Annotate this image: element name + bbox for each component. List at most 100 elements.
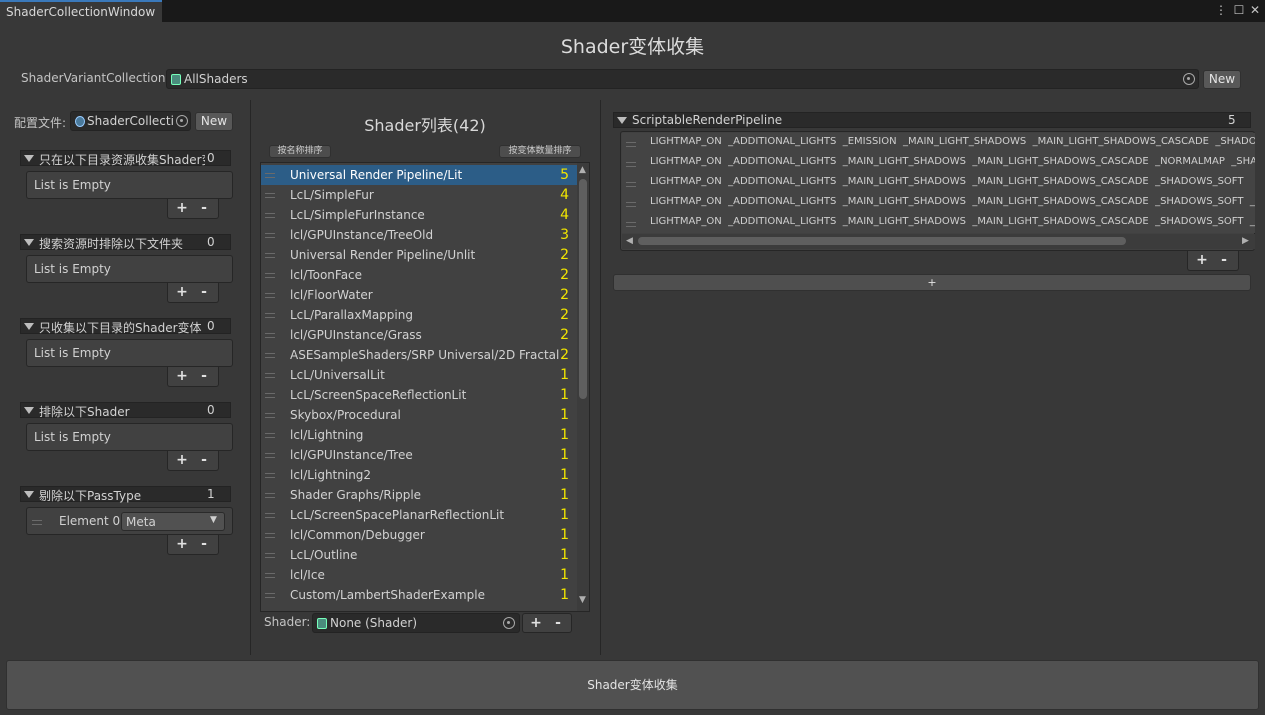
shader-row[interactable]: Custom/LambertShaderExample 1 bbox=[261, 585, 577, 605]
drag-handle-icon[interactable] bbox=[265, 313, 275, 318]
drag-handle-icon[interactable] bbox=[265, 573, 275, 578]
add-button[interactable]: + bbox=[174, 368, 190, 384]
shader-row[interactable]: Skybox/Procedural 1 bbox=[261, 405, 577, 425]
drag-handle-icon[interactable] bbox=[265, 213, 275, 218]
add-pipeline-button[interactable]: + bbox=[613, 274, 1251, 291]
drag-handle-icon[interactable] bbox=[265, 513, 275, 518]
foldout-count[interactable]: 0 bbox=[207, 235, 215, 249]
drag-handle-icon[interactable] bbox=[265, 393, 275, 398]
drag-handle-icon[interactable] bbox=[626, 182, 636, 187]
config-object-field[interactable]: ShaderCollecti bbox=[70, 111, 191, 131]
drag-handle-icon[interactable] bbox=[265, 353, 275, 358]
svc-new-button[interactable]: New bbox=[1203, 70, 1241, 89]
shader-row[interactable]: LcL/ScreenSpaceReflectionLit 1 bbox=[261, 385, 577, 405]
shader-row[interactable]: lcl/Common/Debugger 1 bbox=[261, 525, 577, 545]
shader-object-field[interactable]: None (Shader) bbox=[312, 613, 520, 633]
drag-handle-icon[interactable] bbox=[626, 202, 636, 207]
object-picker-icon[interactable] bbox=[176, 115, 188, 127]
drag-handle-icon[interactable] bbox=[265, 433, 275, 438]
drag-handle-icon[interactable] bbox=[32, 520, 42, 525]
svc-object-field[interactable]: AllShaders bbox=[166, 69, 1199, 89]
remove-button[interactable]: - bbox=[196, 368, 212, 384]
variant-row[interactable]: LIGHTMAP_ON _ADDITIONAL_LIGHTS _MAIN_LIG… bbox=[622, 153, 1255, 173]
passtype-dropdown[interactable]: Meta ▼ bbox=[121, 512, 225, 531]
add-shader-button[interactable]: + bbox=[528, 615, 544, 631]
foldout-count[interactable]: 0 bbox=[207, 403, 215, 417]
foldout-count[interactable]: 0 bbox=[207, 151, 215, 165]
foldout-count[interactable]: 0 bbox=[207, 319, 215, 333]
scroll-right-icon[interactable]: ▶ bbox=[1242, 236, 1249, 246]
variant-row[interactable]: LIGHTMAP_ON _ADDITIONAL_LIGHTS _MAIN_LIG… bbox=[622, 213, 1255, 233]
foldout-arrow-icon[interactable] bbox=[24, 491, 34, 498]
foldout-exclude-shaders[interactable]: 排除以下Shader 0 bbox=[20, 402, 231, 419]
add-variant-button[interactable]: + bbox=[1194, 252, 1210, 268]
collect-variants-button[interactable]: Shader变体收集 bbox=[6, 660, 1259, 710]
remove-shader-button[interactable]: - bbox=[550, 615, 566, 631]
foldout-arrow-icon[interactable] bbox=[24, 323, 34, 330]
add-button[interactable]: + bbox=[174, 452, 190, 468]
foldout-include-dirs[interactable]: 只在以下目录资源收集Shader变 0 bbox=[20, 150, 231, 167]
horizontal-scrollbar[interactable]: ◀ ▶ bbox=[622, 234, 1255, 249]
drag-handle-icon[interactable] bbox=[265, 533, 275, 538]
shader-row[interactable]: LcL/SimpleFurInstance 4 bbox=[261, 205, 577, 225]
drag-handle-icon[interactable] bbox=[265, 253, 275, 258]
drag-handle-icon[interactable] bbox=[626, 142, 636, 147]
config-new-button[interactable]: New bbox=[195, 112, 233, 131]
shader-list[interactable]: Universal Render Pipeline/Lit 5 LcL/Simple… bbox=[260, 162, 590, 612]
add-button[interactable]: + bbox=[174, 284, 190, 300]
drag-handle-icon[interactable] bbox=[265, 193, 275, 198]
drag-handle-icon[interactable] bbox=[265, 553, 275, 558]
foldout-arrow-icon[interactable] bbox=[24, 239, 34, 246]
drag-handle-icon[interactable] bbox=[626, 162, 636, 167]
foldout-collect-dirs[interactable]: 只收集以下目录的Shader变体 0 bbox=[20, 318, 231, 335]
drag-handle-icon[interactable] bbox=[626, 222, 636, 227]
drag-handle-icon[interactable] bbox=[265, 333, 275, 338]
foldout-exclude-passtype[interactable]: 剔除以下PassType 1 bbox=[20, 486, 231, 503]
scroll-thumb[interactable] bbox=[638, 237, 1126, 245]
shader-row[interactable]: lcl/Lightning 1 bbox=[261, 425, 577, 445]
object-picker-icon[interactable] bbox=[1183, 73, 1195, 85]
scroll-down-icon[interactable]: ▼ bbox=[579, 595, 586, 605]
drag-handle-icon[interactable] bbox=[265, 473, 275, 478]
shader-row[interactable]: Universal Render Pipeline/Lit 5 bbox=[261, 165, 577, 185]
window-tab[interactable]: ShaderCollectionWindow bbox=[0, 0, 162, 22]
shader-row[interactable]: LcL/ScreenSpacePlanarReflectionLit 1 bbox=[261, 505, 577, 525]
drag-handle-icon[interactable] bbox=[265, 593, 275, 598]
shader-row[interactable]: lcl/ToonFace 2 bbox=[261, 265, 577, 285]
shader-row[interactable]: Shader Graphs/Ripple 1 bbox=[261, 485, 577, 505]
shader-row[interactable]: lcl/Lightning2 1 bbox=[261, 465, 577, 485]
shader-row[interactable]: LcL/SimpleFur 4 bbox=[261, 185, 577, 205]
foldout-pipeline[interactable]: ScriptableRenderPipeline 5 bbox=[613, 112, 1251, 128]
scroll-up-icon[interactable]: ▲ bbox=[579, 165, 586, 175]
foldout-count[interactable]: 1 bbox=[207, 487, 215, 501]
scroll-left-icon[interactable]: ◀ bbox=[626, 236, 633, 246]
maximize-icon[interactable]: ☐ bbox=[1232, 2, 1246, 18]
variant-row[interactable]: LIGHTMAP_ON _ADDITIONAL_LIGHTS _EMISSION… bbox=[622, 133, 1255, 153]
foldout-arrow-icon[interactable] bbox=[24, 155, 34, 162]
shader-row[interactable]: Universal Render Pipeline/Unlit 2 bbox=[261, 245, 577, 265]
foldout-exclude-folders[interactable]: 搜索资源时排除以下文件夹 0 bbox=[20, 234, 231, 251]
variant-row[interactable]: LIGHTMAP_ON _ADDITIONAL_LIGHTS _MAIN_LIG… bbox=[622, 173, 1255, 193]
sort-by-name-button[interactable]: 按名称排序 bbox=[269, 145, 331, 158]
drag-handle-icon[interactable] bbox=[265, 453, 275, 458]
remove-button[interactable]: - bbox=[196, 200, 212, 216]
remove-button[interactable]: - bbox=[196, 284, 212, 300]
drag-handle-icon[interactable] bbox=[265, 373, 275, 378]
add-button[interactable]: + bbox=[174, 536, 190, 552]
shader-row[interactable]: LcL/ParallaxMapping 2 bbox=[261, 305, 577, 325]
variant-row[interactable]: LIGHTMAP_ON _ADDITIONAL_LIGHTS _MAIN_LIG… bbox=[622, 193, 1255, 213]
drag-handle-icon[interactable] bbox=[265, 413, 275, 418]
scroll-thumb[interactable] bbox=[579, 179, 587, 399]
shader-row[interactable]: lcl/FloorWater 2 bbox=[261, 285, 577, 305]
more-options-icon[interactable]: ⋮ bbox=[1214, 2, 1228, 18]
shader-row[interactable]: ASESampleShaders/SRP Universal/2D Fracta… bbox=[261, 345, 577, 365]
foldout-arrow-icon[interactable] bbox=[24, 407, 34, 414]
drag-handle-icon[interactable] bbox=[265, 173, 275, 178]
drag-handle-icon[interactable] bbox=[265, 493, 275, 498]
drag-handle-icon[interactable] bbox=[265, 273, 275, 278]
foldout-arrow-icon[interactable] bbox=[617, 117, 627, 124]
shader-row[interactable]: LcL/Outline 1 bbox=[261, 545, 577, 565]
shader-row[interactable]: LcL/UniversalLit 1 bbox=[261, 365, 577, 385]
close-icon[interactable]: ✕ bbox=[1248, 2, 1262, 18]
drag-handle-icon[interactable] bbox=[265, 233, 275, 238]
